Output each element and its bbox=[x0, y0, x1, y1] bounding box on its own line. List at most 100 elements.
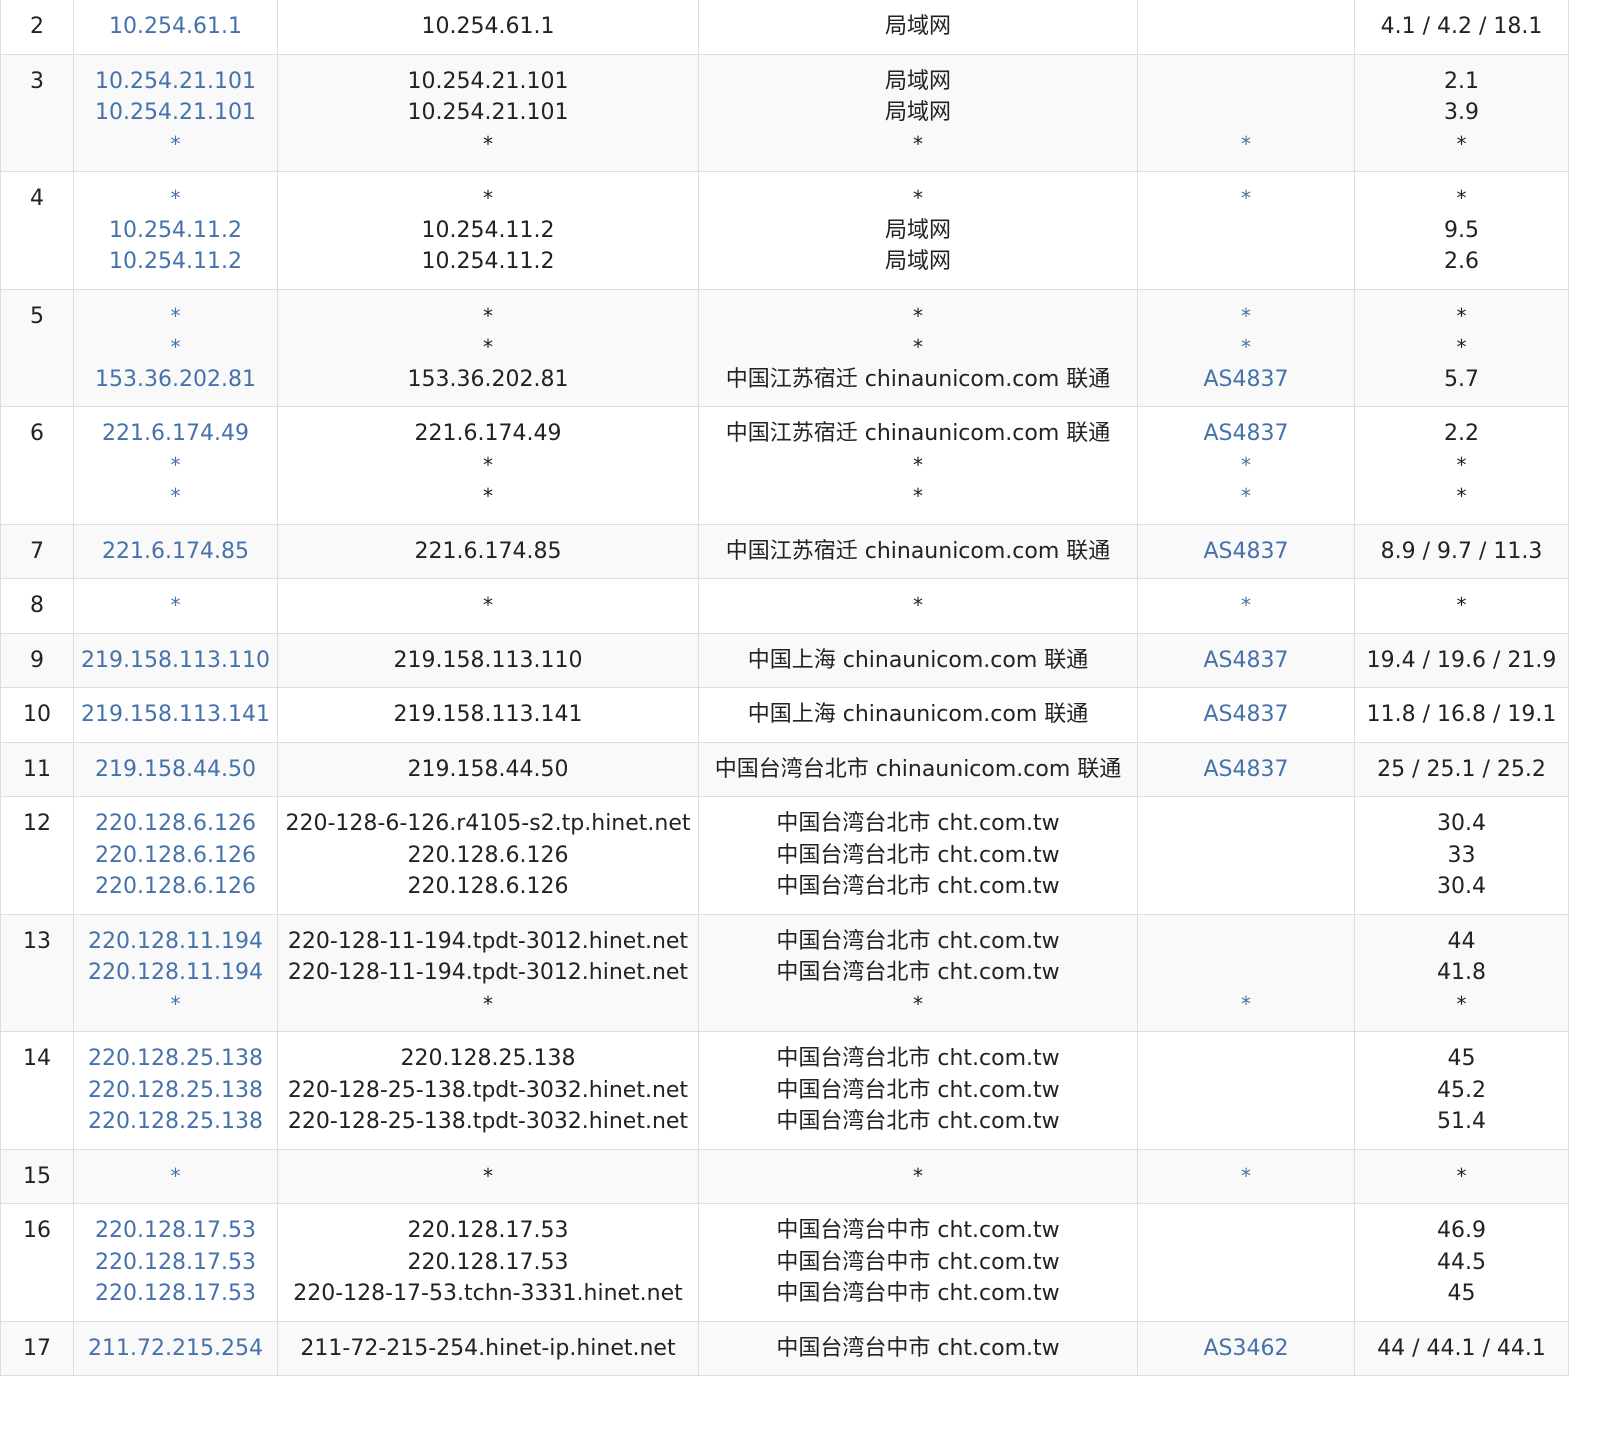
location-line: 中国台湾台中市 cht.com.tw bbox=[776, 1281, 1060, 1306]
asn-line bbox=[1144, 840, 1348, 872]
asn-line bbox=[1144, 1247, 1348, 1279]
location-line: * bbox=[913, 186, 923, 210]
ip-address-line[interactable]: 10.254.11.2 bbox=[80, 246, 271, 278]
ip-address-line[interactable]: 220.128.11.194 bbox=[80, 926, 271, 958]
ip-cell: 220.128.25.138 220.128.25.138 220.128.25.1… bbox=[73, 1031, 278, 1150]
ip-address-line[interactable]: 220.128.25.138 bbox=[80, 1075, 271, 1107]
location-line: 中国台湾台中市 cht.com.tw bbox=[776, 1218, 1060, 1243]
ip-address-line[interactable]: 220.128.17.53 bbox=[80, 1278, 271, 1310]
latency-cell: 19.4 / 19.6 / 21.9 bbox=[1354, 632, 1569, 688]
ip-address-line[interactable]: 221.6.174.49 bbox=[80, 418, 271, 450]
hop-number: 6 bbox=[0, 406, 74, 525]
hop-number: 16 bbox=[0, 1203, 74, 1322]
table-row: 16 220.128.17.53 220.128.17.53 220.128.17.5… bbox=[0, 1203, 1569, 1322]
ip-address-line[interactable]: 153.36.202.81 bbox=[80, 364, 271, 396]
asn-line: * bbox=[1241, 186, 1251, 210]
hostname-line: 10.254.21.101 bbox=[407, 100, 569, 125]
asn-cell bbox=[1137, 0, 1355, 55]
hop-number: 12 bbox=[0, 796, 74, 915]
ip-address-line[interactable]: 219.158.113.110 bbox=[80, 645, 271, 677]
location-line: * bbox=[913, 131, 923, 156]
ip-cell: 219.158.113.110 bbox=[73, 632, 278, 688]
hop-number: 2 bbox=[0, 0, 74, 55]
ip-address-line[interactable]: 220.128.25.138 bbox=[80, 1043, 271, 1075]
asn-cell: AS3462 bbox=[1137, 1320, 1355, 1376]
ip-address-line[interactable]: 220.128.17.53 bbox=[80, 1247, 271, 1279]
location-line: 中国台湾台北市 cht.com.tw bbox=[776, 874, 1060, 899]
ip-address-line: * bbox=[170, 1163, 181, 1188]
location-line: 中国江苏宿迁 chinaunicom.com 联通 bbox=[725, 538, 1111, 564]
asn-line[interactable]: AS4837 bbox=[1144, 754, 1348, 786]
ip-cell: 219.158.113.141 bbox=[73, 687, 278, 743]
ip-address-line[interactable]: 10.254.11.2 bbox=[80, 215, 271, 247]
asn-line[interactable]: AS4837 bbox=[1144, 418, 1348, 450]
asn-line bbox=[1144, 215, 1348, 247]
hostname-cell: 219.158.113.110 bbox=[277, 632, 699, 688]
asn-line bbox=[1144, 66, 1348, 98]
ip-address-line: * bbox=[170, 484, 181, 508]
asn-cell: AS4837 bbox=[1137, 741, 1355, 797]
ip-address-line[interactable]: 211.72.215.254 bbox=[80, 1333, 271, 1365]
asn-line[interactable]: AS4837 bbox=[1144, 699, 1348, 731]
latency-cell: 2.1 3.9 * bbox=[1354, 53, 1569, 172]
latency-cell: 44 41.8 * bbox=[1354, 913, 1569, 1032]
hostname-line: 219.158.113.110 bbox=[393, 647, 583, 673]
hostname-cell: 10.254.61.1 bbox=[277, 0, 699, 55]
ip-address-line[interactable]: 10.254.21.101 bbox=[80, 66, 271, 98]
latency-cell: * bbox=[1354, 578, 1569, 634]
asn-line[interactable]: AS3462 bbox=[1144, 1333, 1348, 1365]
ip-address-line[interactable]: 221.6.174.85 bbox=[80, 536, 271, 568]
location-cell: 中国上海 chinaunicom.com 联通 bbox=[698, 687, 1138, 743]
ip-address-line[interactable]: 220.128.11.194 bbox=[80, 957, 271, 989]
hop-number: 11 bbox=[0, 741, 74, 797]
asn-line[interactable]: AS4837 bbox=[1144, 645, 1348, 677]
ip-cell: 10.254.61.1 bbox=[73, 0, 278, 55]
location-line: 中国上海 chinaunicom.com 联通 bbox=[747, 702, 1089, 727]
hostname-line: 220-128-25-138.tpdt-3032.hinet.net bbox=[287, 1077, 689, 1103]
latency-line: * bbox=[1456, 593, 1467, 617]
latency-line: * bbox=[1456, 335, 1467, 359]
ip-address-line[interactable]: 220.128.6.126 bbox=[80, 808, 271, 840]
ip-address-line[interactable]: 220.128.17.53 bbox=[80, 1215, 271, 1247]
ip-address-line: * bbox=[170, 303, 181, 328]
latency-line: 33 bbox=[1447, 842, 1476, 868]
ip-address-line[interactable]: 10.254.61.1 bbox=[80, 11, 271, 43]
hostname-line: 220.128.6.126 bbox=[407, 874, 569, 899]
hop-number: 10 bbox=[0, 687, 74, 743]
ip-address-line[interactable]: 10.254.21.101 bbox=[80, 97, 271, 129]
ip-address-line[interactable]: 220.128.25.138 bbox=[80, 1106, 271, 1138]
asn-cell bbox=[1137, 796, 1355, 915]
latency-line: 44.5 bbox=[1437, 1249, 1486, 1275]
asn-line[interactable]: AS4837 bbox=[1144, 536, 1348, 568]
ip-address-line[interactable]: 220.128.6.126 bbox=[80, 840, 271, 872]
hostname-line: 219.158.44.50 bbox=[407, 756, 569, 782]
latency-cell: 46.9 44.5 45 bbox=[1354, 1203, 1569, 1322]
location-line: 中国台湾台北市 cht.com.tw bbox=[776, 811, 1060, 836]
hostname-line: * bbox=[483, 131, 493, 156]
table-row: 5 * * 153.36.202.81 * * 153.36.202.81 * * 中国江苏宿迁 … bbox=[0, 288, 1569, 407]
ip-cell: 220.128.17.53 220.128.17.53 220.128.17.53 bbox=[73, 1203, 278, 1322]
hostname-line: 220.128.6.126 bbox=[407, 842, 569, 868]
location-line: * bbox=[913, 484, 923, 508]
latency-line: 9.5 bbox=[1444, 217, 1479, 243]
hostname-cell: * * 153.36.202.81 bbox=[277, 288, 699, 407]
ip-address-line[interactable]: 220.128.6.126 bbox=[80, 871, 271, 903]
location-line: 中国上海 chinaunicom.com 联通 bbox=[747, 647, 1089, 673]
latency-line: 44 / 44.1 / 44.1 bbox=[1377, 1335, 1546, 1361]
hostname-cell: * 10.254.11.2 10.254.11.2 bbox=[277, 171, 699, 290]
latency-cell: 2.2 * * bbox=[1354, 406, 1569, 525]
hostname-cell: 219.158.44.50 bbox=[277, 741, 699, 797]
location-cell: 中国台湾台北市 cht.com.tw 中国台湾台北市 cht.com.tw 中国台湾… bbox=[698, 796, 1138, 915]
hostname-cell: * bbox=[277, 1148, 699, 1204]
asn-line bbox=[1144, 871, 1348, 903]
hostname-line: 220.128.25.138 bbox=[400, 1046, 576, 1071]
ip-address-line[interactable]: 219.158.113.141 bbox=[80, 699, 271, 731]
asn-cell: AS4837 bbox=[1137, 687, 1355, 743]
ip-address-line[interactable]: 219.158.44.50 bbox=[80, 754, 271, 786]
hostname-line: 221.6.174.85 bbox=[414, 538, 562, 564]
hostname-line: 153.36.202.81 bbox=[407, 366, 569, 392]
asn-line[interactable]: AS4837 bbox=[1144, 364, 1348, 396]
ip-cell: 10.254.21.101 10.254.21.101 * bbox=[73, 53, 278, 172]
asn-cell: AS4837 bbox=[1137, 632, 1355, 688]
latency-cell: 44 / 44.1 / 44.1 bbox=[1354, 1320, 1569, 1376]
